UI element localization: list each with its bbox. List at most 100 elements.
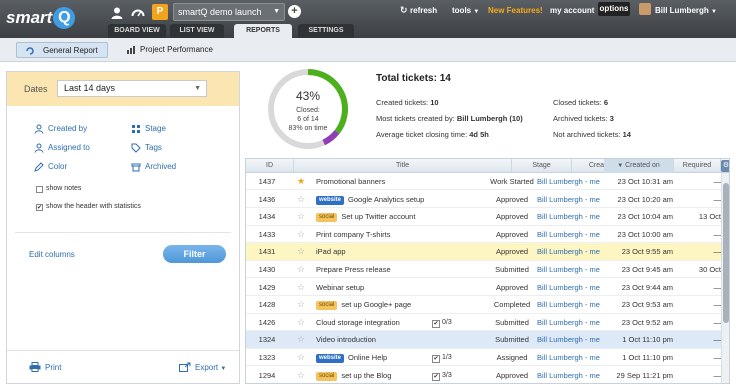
my-account-link[interactable]: my account — [550, 6, 594, 15]
export-menu[interactable]: Export ▼ — [179, 362, 226, 372]
star-icon[interactable]: ☆ — [297, 279, 309, 296]
ticket-created-by[interactable]: Bill Lumbergh - me — [537, 173, 605, 190]
tag-icon — [131, 143, 141, 153]
ticket-title-cell[interactable]: Webinar setup — [316, 279, 476, 296]
star-icon[interactable]: ☆ — [297, 243, 309, 260]
vertical-scrollbar[interactable] — [721, 173, 729, 383]
project-icon[interactable]: P — [152, 4, 168, 20]
ticket-created-by[interactable]: Bill Lumbergh - me — [537, 314, 605, 331]
ticket-required: — — [713, 229, 722, 239]
show-notes-checkbox[interactable]: show notes — [36, 185, 81, 193]
table-row[interactable]: 1428 ☆ social set up Google+ page Completed B… — [246, 296, 721, 314]
filter-stage[interactable]: Stage — [131, 124, 166, 133]
table-row[interactable]: 1430 ☆ Prepare Press release Submitted Bill … — [246, 261, 721, 279]
filter-button[interactable]: Filter — [163, 245, 226, 263]
star-icon[interactable]: ☆ — [297, 367, 309, 383]
checklist-count: 1/3 — [442, 354, 452, 361]
show-header-checkbox[interactable]: ✔ show the header with statistics — [36, 203, 141, 211]
ticket-created-by[interactable]: Bill Lumbergh - me — [537, 367, 605, 383]
ticket-title: Google Analytics setup — [348, 194, 425, 204]
filter-tags[interactable]: Tags — [131, 143, 162, 153]
star-icon[interactable]: ☆ — [297, 261, 309, 278]
tab-settings[interactable]: SETTINGS — [298, 24, 354, 38]
table-row[interactable]: 1434 ☆ social Set up Twitter account Approve… — [246, 208, 721, 226]
ticket-title: Set up Twitter account — [341, 212, 416, 222]
user-avatar[interactable] — [639, 3, 651, 15]
tickets-table: ID Title Stage Created by ▼ Created on R… — [245, 158, 730, 384]
column-header-title[interactable]: Title — [294, 159, 512, 173]
refresh-link[interactable]: ↻ refresh — [400, 5, 437, 15]
project-performance-button[interactable]: Project Performance — [124, 42, 213, 58]
total-tickets-title: Total tickets: 14 — [376, 73, 451, 84]
stat-value: 10 — [430, 98, 439, 107]
star-icon[interactable]: ☆ — [297, 331, 309, 348]
ticket-created-by[interactable]: Bill Lumbergh - me — [537, 243, 605, 260]
ticket-title-cell[interactable]: iPad app — [316, 243, 476, 260]
tools-menu[interactable]: tools ▼ — [452, 6, 479, 15]
tab-list-view[interactable]: LIST VIEW — [170, 24, 224, 38]
table-row[interactable]: 1294 ☆ social set up the Blog ✔ 3/3 Approved Bi… — [246, 367, 721, 383]
ticket-created-by[interactable]: Bill Lumbergh - me — [537, 296, 605, 313]
tag-badge: website — [316, 354, 345, 363]
options-button[interactable]: options — [598, 2, 630, 16]
ticket-title-cell[interactable]: social Set up Twitter account — [316, 208, 476, 225]
ticket-created-by[interactable]: Bill Lumbergh - me — [537, 191, 605, 208]
ticket-title-cell[interactable]: Promotional banners — [316, 173, 476, 190]
table-row[interactable]: 1433 ☆ Print company T-shirts Approved Bill … — [246, 226, 722, 244]
add-project-icon[interactable]: + — [288, 5, 301, 18]
chevron-down-icon: ▼ — [711, 9, 717, 15]
table-row[interactable]: 1431 ☆ iPad app Approved Bill Lumbergh - me 2… — [246, 243, 721, 261]
ticket-created-by[interactable]: Bill Lumbergh - me — [537, 226, 605, 243]
user-menu[interactable]: Bill Lumbergh ▼ — [655, 6, 717, 15]
stat-value: Bill Lumbergh (10) — [456, 114, 523, 123]
ticket-title-cell[interactable]: Print company T-shirts — [316, 226, 476, 243]
ticket-created-by[interactable]: Bill Lumbergh - me — [537, 208, 605, 225]
user-icon[interactable] — [110, 6, 124, 20]
star-icon[interactable]: ☆ — [297, 314, 309, 331]
star-icon[interactable]: ☆ — [297, 349, 309, 366]
ticket-created-by[interactable]: Bill Lumbergh - me — [537, 331, 605, 348]
star-icon[interactable]: ☆ — [297, 208, 309, 225]
tab-board-view[interactable]: BOARD VIEW — [108, 24, 166, 38]
ticket-created-by[interactable]: Bill Lumbergh - me — [537, 261, 605, 278]
table-row[interactable]: 1437 ★ Promotional banners Work Started Bill… — [246, 173, 721, 191]
print-link[interactable]: Print — [29, 362, 61, 372]
assigned-to-label: Assigned to — [48, 143, 90, 152]
new-features-link[interactable]: New Features! — [488, 6, 543, 15]
table-row[interactable]: 1429 ☆ Webinar setup Approved Bill Lumbergh … — [246, 279, 721, 296]
ticket-title-cell[interactable]: website Google Analytics setup — [316, 191, 476, 208]
table-row[interactable]: 1426 ☆ Cloud storage integration ✔ 0/3 Submit… — [246, 314, 721, 332]
project-select[interactable]: smartQ demo launch ▼ — [173, 3, 285, 21]
star-icon[interactable]: ☆ — [297, 191, 309, 208]
filter-assigned-to[interactable]: Assigned to — [34, 143, 90, 153]
star-icon[interactable]: ☆ — [297, 226, 309, 243]
tab-reports[interactable]: REPORTS — [234, 24, 292, 38]
app-logo[interactable]: smart Q — [6, 5, 76, 31]
ticket-title-cell[interactable]: Video introduction — [316, 331, 476, 348]
column-settings-icon[interactable]: ⚙ — [721, 160, 729, 172]
column-header-created-on[interactable]: ▼ Created on — [604, 159, 674, 173]
ticket-title: set up Google+ page — [341, 300, 412, 310]
table-row[interactable]: 1324 ☆ Video introduction Submitted Bill Lum… — [246, 331, 721, 349]
filter-created-by[interactable]: Created by — [34, 124, 87, 134]
general-report-button[interactable]: General Report — [16, 42, 108, 58]
filter-color[interactable]: Color — [34, 162, 67, 172]
dates-select[interactable]: Last 14 days ▼ — [57, 80, 207, 97]
ticket-title-cell[interactable]: Prepare Press release — [316, 261, 476, 278]
star-icon[interactable]: ★ — [297, 173, 309, 190]
dates-label: Dates — [24, 84, 48, 94]
column-header-id[interactable]: ID — [246, 159, 294, 173]
column-header-stage[interactable]: Stage — [512, 159, 572, 173]
ticket-created-by[interactable]: Bill Lumbergh - me — [537, 279, 605, 296]
star-icon[interactable]: ☆ — [297, 296, 309, 313]
scrollbar-thumb[interactable] — [723, 183, 729, 323]
table-row[interactable]: 1323 ☆ website Online Help ✔ 1/3 Assigned Bill … — [246, 349, 721, 367]
ticket-created-by[interactable]: Bill Lumbergh - me — [537, 349, 605, 366]
column-header-required[interactable]: Required — [674, 159, 721, 173]
table-row[interactable]: 1436 ☆ website Google Analytics setup Approv… — [246, 191, 721, 208]
speedometer-icon[interactable] — [131, 6, 145, 20]
ticket-title-cell[interactable]: social set up Google+ page — [316, 296, 476, 313]
edit-columns-link[interactable]: Edit columns — [29, 250, 75, 259]
ticket-id: 1436 — [258, 194, 276, 204]
filter-archived[interactable]: Archived — [131, 162, 176, 172]
